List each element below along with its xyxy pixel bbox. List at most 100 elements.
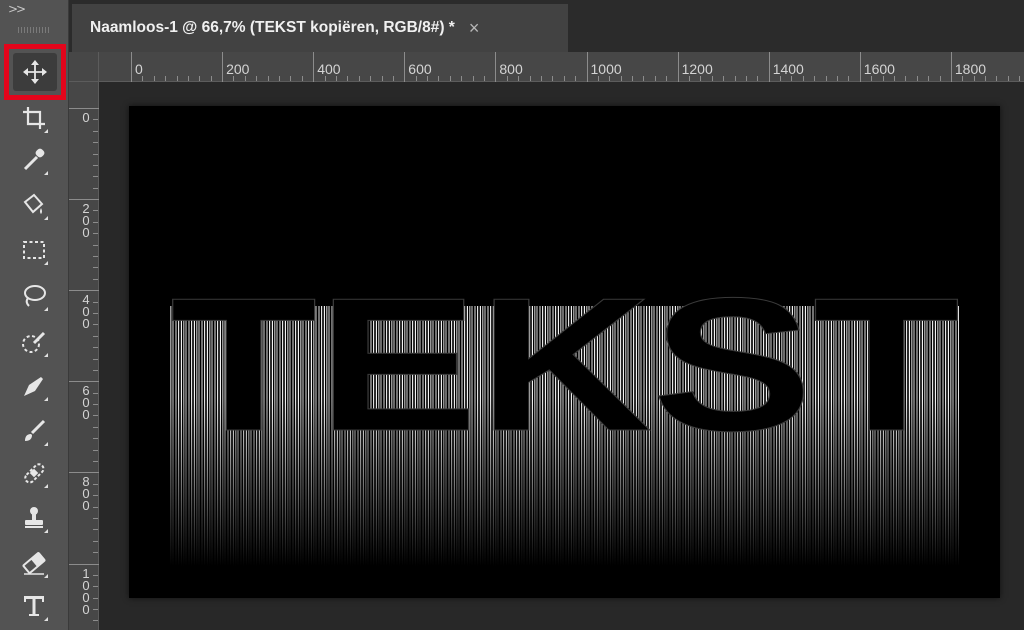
document-tab-title: Naamloos-1 @ 66,7% (TEKST kopiëren, RGB/… [90,19,455,36]
paint-bucket-tool[interactable] [14,187,54,223]
lasso-tool[interactable] [14,278,54,314]
ruler-label: 1800 [954,61,987,77]
horizontal-ruler[interactable]: 0 200 400 600 800 1000 1200 1400 1600 1800 [99,52,1024,82]
ruler-label: 800 [499,61,523,77]
ruler-minor-tick [985,76,987,81]
ruler-minor-tick [256,76,258,81]
ruler-minor-tick [93,586,98,588]
clone-stamp-tool[interactable] [14,500,54,536]
ruler-minor-tick [233,76,235,81]
ruler-minor-tick [939,76,941,81]
ruler-minor-tick [552,76,554,81]
ruler-minor-tick [290,76,292,81]
marquee-tool[interactable] [14,232,54,268]
ruler-minor-tick [176,76,178,81]
ruler-minor-tick [93,312,98,314]
submenu-indicator [44,216,48,220]
ruler-minor-tick [93,404,98,406]
ruler-minor-tick [506,76,508,81]
ruler-minor-tick [848,76,850,81]
ruler-minor-tick [893,76,895,81]
type-icon [24,596,44,616]
ruler-minor-tick [93,392,98,394]
ruler-minor-tick [187,76,189,81]
ruler-minor-tick [928,76,930,81]
ruler-minor-tick [814,76,816,81]
move-tool[interactable] [4,44,66,100]
ruler-major-tick [768,52,770,82]
ruler-origin[interactable] [69,52,99,82]
document-tab[interactable]: Naamloos-1 @ 66,7% (TEKST kopiëren, RGB/… [72,4,568,52]
ruler-minor-tick [540,76,542,81]
ruler-minor-tick [700,76,702,81]
ruler-major-tick [69,381,99,383]
ruler-minor-tick [165,76,167,81]
ruler-minor-tick [93,517,98,519]
ruler-minor-tick [199,76,201,81]
ruler-minor-tick [791,76,793,81]
ruler-minor-tick [472,76,474,81]
ruler-minor-tick [93,540,98,542]
eraser-icon [22,552,46,575]
ruler-minor-tick [563,76,565,81]
ruler-label: 1200 [681,61,713,77]
ruler-minor-tick [210,76,212,81]
ruler-major-tick [404,52,406,82]
ruler-major-tick [586,52,588,82]
ruler-minor-tick [916,76,918,81]
ruler-minor-tick [757,76,759,81]
panel-grip[interactable] [18,27,50,33]
ruler-minor-tick [905,76,907,81]
streak-text-artwork: TEKST [169,259,961,566]
ruler-minor-tick [871,76,873,81]
canvas-workspace[interactable]: TEKST [99,82,1024,630]
pen-tool[interactable] [14,368,54,404]
ruler-major-tick [222,52,224,82]
ruler-minor-tick [93,153,98,155]
ruler-minor-tick [335,76,337,81]
paint-bucket-icon [23,193,44,214]
ruler-minor-tick [996,76,998,81]
ruler-minor-tick [93,574,98,576]
ruler-minor-tick [244,76,246,81]
ruler-minor-tick [392,76,394,81]
ruler-minor-tick [370,76,372,81]
move-icon [23,60,47,84]
quick-selection-tool[interactable] [14,324,54,360]
ruler-minor-tick [802,76,804,81]
ruler-minor-tick [93,483,98,485]
ruler-major-tick [495,52,497,82]
ruler-minor-tick [279,76,281,81]
eyedropper-tool[interactable] [14,142,54,178]
healing-brush-tool[interactable] [14,455,54,491]
document-tab-bar: Naamloos-1 @ 66,7% (TEKST kopiëren, RGB/… [69,0,1024,52]
vertical-ruler[interactable]: 0 200 400 600 800 1000 [69,82,99,630]
ruler-minor-tick [882,76,884,81]
crop-tool[interactable] [14,100,54,136]
tekst-letters: TEKST [170,259,961,472]
lasso-icon [24,285,46,307]
type-tool[interactable] [14,588,54,624]
close-tab-icon[interactable]: × [469,19,480,37]
submenu-indicator [44,261,48,265]
ruler-minor-tick [93,495,98,497]
document-canvas[interactable]: TEKST [129,106,1000,598]
ruler-label: 1000 [82,565,90,617]
ruler-minor-tick [93,278,98,280]
collapse-panel-button[interactable]: >> [8,2,26,16]
ruler-minor-tick [93,267,98,269]
eraser-tool[interactable] [14,545,54,581]
submenu-indicator [44,129,48,133]
ruler-minor-tick [643,76,645,81]
ruler-label: 200 [226,61,250,77]
ruler-minor-tick [962,76,964,81]
ruler-minor-tick [93,449,98,451]
ruler-minor-tick [93,415,98,417]
ruler-minor-tick [973,76,975,81]
ruler-minor-tick [93,210,98,212]
ruler-major-tick [69,563,99,565]
ruler-label: 1600 [863,61,895,77]
ruler-label: 800 [82,474,90,514]
ruler-major-tick [69,472,99,474]
brush-tool[interactable] [14,413,54,449]
